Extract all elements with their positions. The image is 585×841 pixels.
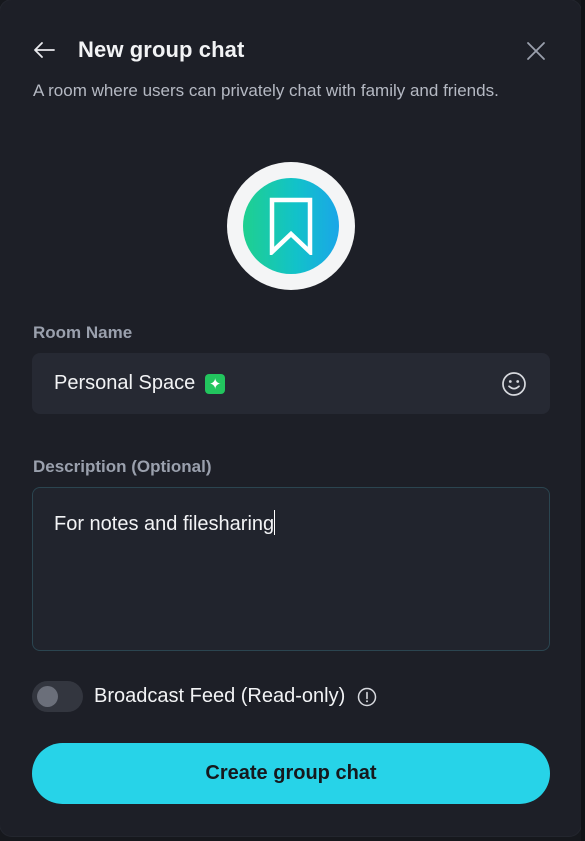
room-avatar[interactable] xyxy=(227,162,355,290)
back-button[interactable] xyxy=(32,38,56,62)
room-name-value: Personal Space xyxy=(54,372,196,394)
room-avatar-image xyxy=(243,178,339,274)
description-label: Description (Optional) xyxy=(33,457,212,476)
dialog-title: New group chat xyxy=(78,37,245,62)
create-group-chat-button[interactable]: Create group chat xyxy=(32,743,550,804)
window-edge xyxy=(581,0,585,841)
new-group-chat-dialog: New group chat A room where users can pr… xyxy=(0,0,581,836)
room-name-input[interactable]: Personal Space ✦ xyxy=(32,353,550,414)
bookmark-icon xyxy=(269,197,313,255)
smiley-face-icon xyxy=(502,372,526,396)
close-button[interactable] xyxy=(524,39,548,63)
dialog-header: New group chat xyxy=(32,34,244,66)
description-textarea[interactable]: For notes and filesharing xyxy=(32,487,550,651)
arrow-left-icon xyxy=(34,42,55,58)
description-value: For notes and filesharing xyxy=(54,513,275,535)
dialog-subtitle: A room where users can privately chat wi… xyxy=(33,81,499,100)
broadcast-feed-row: Broadcast Feed (Read-only) xyxy=(32,680,377,713)
emoji-picker-button[interactable] xyxy=(501,371,527,397)
text-caret xyxy=(274,510,276,535)
toggle-knob xyxy=(37,686,58,707)
info-button[interactable] xyxy=(357,687,377,707)
broadcast-feed-toggle[interactable] xyxy=(32,681,83,712)
info-circle-icon xyxy=(357,687,377,706)
room-name-label: Room Name xyxy=(33,323,133,342)
sparkle-icon: ✦ xyxy=(205,373,226,394)
broadcast-feed-label: Broadcast Feed (Read-only) xyxy=(94,685,346,707)
close-icon xyxy=(527,42,545,60)
